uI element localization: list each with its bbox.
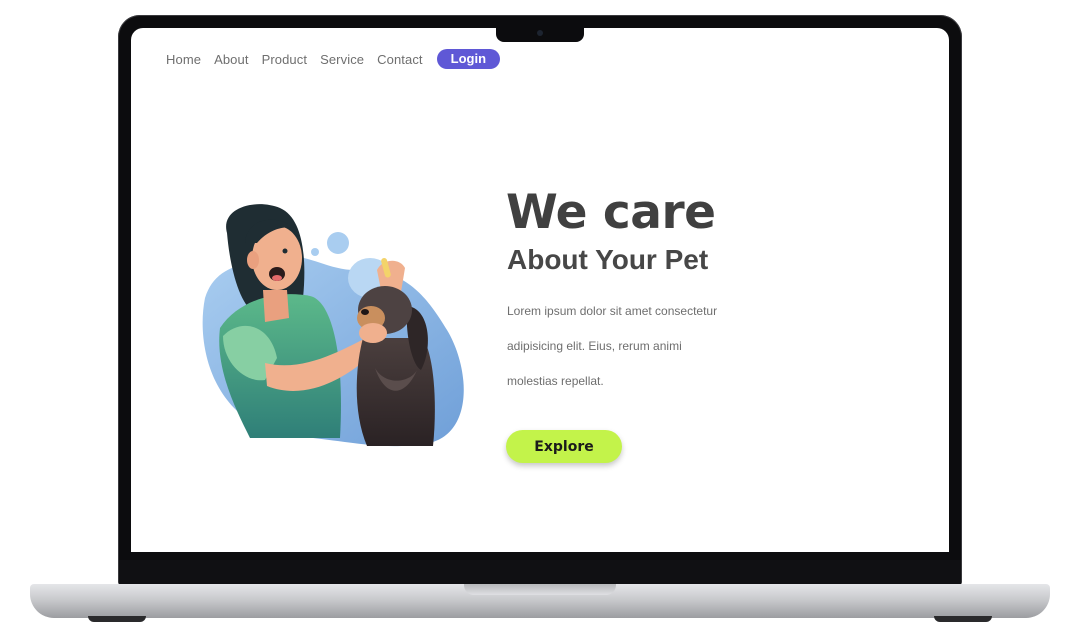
hero-description-line: molestias repellat. [507, 374, 604, 388]
login-button[interactable]: Login [436, 49, 501, 69]
base-thumb-notch [464, 584, 616, 595]
hero-title: We care [506, 185, 716, 240]
nav-link-contact[interactable]: Contact [377, 52, 423, 67]
laptop-foot-right [934, 616, 992, 622]
nav-link-product[interactable]: Product [262, 52, 308, 67]
laptop-foot-left [88, 616, 146, 622]
nav-link-service[interactable]: Service [320, 52, 364, 67]
nav-link-about[interactable]: About [214, 52, 248, 67]
screen-bezel-bottom [119, 560, 961, 584]
woman-grooming-dog-illustration [202, 204, 464, 447]
hero-subtitle: About Your Pet [507, 244, 709, 275]
top-navigation: Home About Product Service Contact Login [166, 48, 501, 70]
hero-description: Lorem ipsum dolor sit amet consectetur a… [507, 300, 767, 405]
camera-icon [537, 30, 543, 36]
explore-button[interactable]: Explore [506, 430, 622, 463]
hero-description-line: Lorem ipsum dolor sit amet consectetur [507, 304, 718, 318]
hero-description-line: adipisicing elit. Eius, rerum animi [507, 339, 682, 353]
nav-link-home[interactable]: Home [166, 52, 201, 67]
laptop-mockup: Home About Product Service Contact Login [0, 0, 1080, 639]
